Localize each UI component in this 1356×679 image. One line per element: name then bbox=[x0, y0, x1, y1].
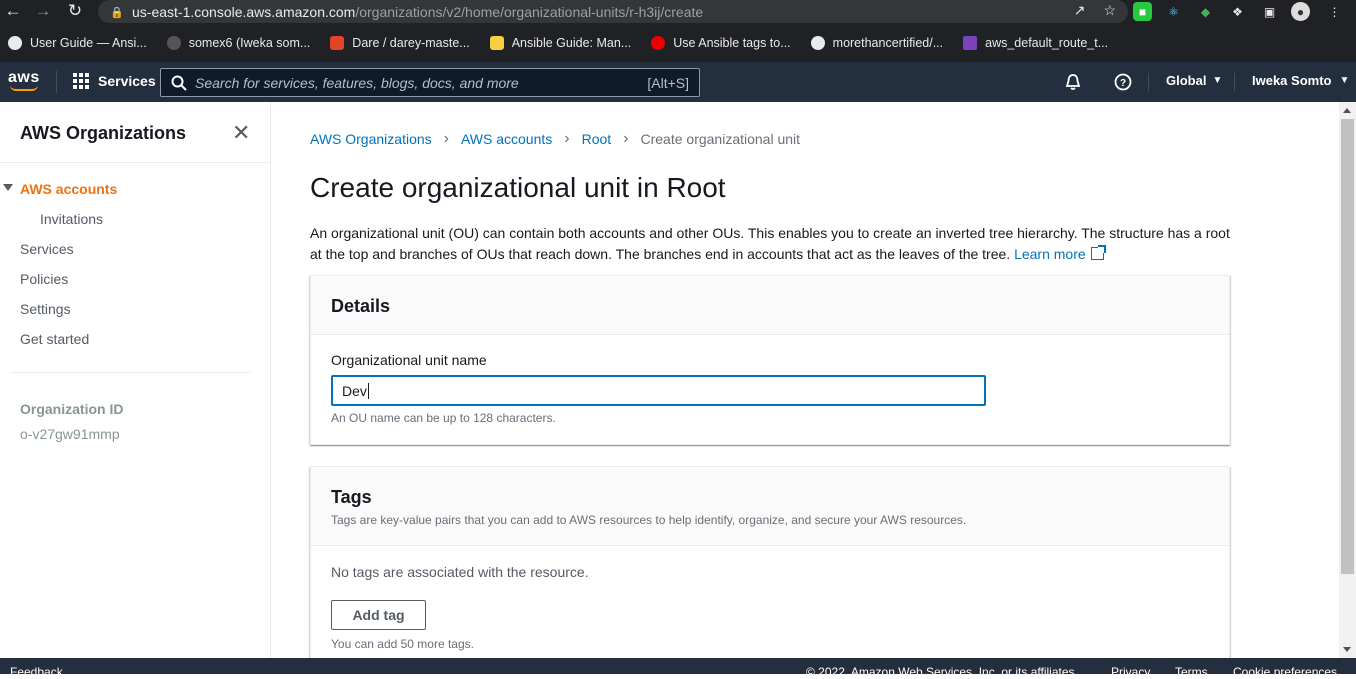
sidebar-item-settings[interactable]: Settings bbox=[20, 301, 71, 317]
org-id-value: o-v27gw91mmp bbox=[20, 426, 120, 442]
breadcrumb: AWS Organizations › AWS accounts › Root … bbox=[310, 130, 800, 148]
page-description: An organizational unit (OU) can contain … bbox=[310, 225, 1230, 262]
main-content: AWS Organizations › AWS accounts › Root … bbox=[271, 102, 1339, 658]
sidebar-item-policies[interactable]: Policies bbox=[20, 271, 68, 287]
bookmark-favicon-icon bbox=[8, 36, 22, 50]
tags-remaining-hint: You can add 50 more tags. bbox=[331, 637, 474, 651]
bookmark-item[interactable]: morethancertified/... bbox=[810, 36, 943, 50]
bookmark-item[interactable]: Use Ansible tags to... bbox=[651, 36, 791, 50]
sidebar-item-invitations[interactable]: Invitations bbox=[40, 211, 103, 227]
extension-icon[interactable]: ◆ bbox=[1196, 2, 1215, 21]
notifications-button[interactable] bbox=[1064, 73, 1082, 91]
caret-down-icon: ▼ bbox=[1212, 75, 1223, 86]
expand-caret-icon[interactable] bbox=[3, 184, 13, 191]
back-icon[interactable]: ← bbox=[0, 1, 26, 21]
chevron-right-icon: › bbox=[564, 130, 570, 147]
bookmark-star-icon[interactable]: ☆ bbox=[1103, 2, 1116, 19]
breadcrumb-aws-accounts[interactable]: AWS accounts bbox=[461, 131, 552, 147]
help-icon: ? bbox=[1114, 73, 1132, 91]
gitlab-icon bbox=[330, 36, 345, 50]
scroll-up-icon[interactable] bbox=[1343, 108, 1351, 113]
forward-icon[interactable]: → bbox=[30, 1, 56, 21]
breadcrumb-aws-organizations[interactable]: AWS Organizations bbox=[310, 131, 432, 147]
menu-icon[interactable]: ⋮ bbox=[1325, 2, 1344, 21]
search-input[interactable]: Search for services, features, blogs, do… bbox=[160, 68, 700, 97]
extension-icon[interactable]: ■ bbox=[1133, 2, 1152, 21]
share-icon[interactable]: ↗ bbox=[1074, 2, 1086, 19]
sidebar-item-get-started[interactable]: Get started bbox=[20, 331, 89, 347]
breadcrumb-root[interactable]: Root bbox=[582, 131, 612, 147]
reload-icon[interactable]: ↻ bbox=[62, 1, 88, 21]
grid-icon bbox=[73, 73, 89, 89]
page-scrollbar[interactable] bbox=[1339, 102, 1356, 658]
bell-icon bbox=[1065, 74, 1081, 90]
terms-link[interactable]: Terms bbox=[1175, 665, 1208, 679]
bookmark-item[interactable]: somex6 (Iweka som... bbox=[166, 36, 310, 50]
search-icon bbox=[171, 75, 187, 91]
lightbulb-icon bbox=[489, 36, 504, 50]
caret-down-icon: ▼ bbox=[1339, 75, 1350, 86]
redhat-icon bbox=[651, 36, 666, 50]
svg-text:?: ? bbox=[1120, 78, 1126, 89]
sidebar-title: AWS Organizations bbox=[20, 123, 187, 143]
react-devtools-icon[interactable]: ⚛ bbox=[1164, 2, 1183, 21]
puzzle-icon[interactable]: ❖ bbox=[1228, 2, 1247, 21]
bookmark-item[interactable]: Ansible Guide: Man... bbox=[489, 36, 631, 50]
ou-name-label: Organizational unit name bbox=[331, 352, 487, 368]
services-menu-button[interactable]: Services bbox=[73, 73, 156, 89]
tags-description: Tags are key-value pairs that you can ad… bbox=[331, 513, 967, 527]
terraform-icon bbox=[963, 36, 978, 50]
github-icon bbox=[166, 36, 181, 50]
github-icon bbox=[810, 36, 825, 50]
browser-toolbar: ← → ↻ 🔒 us-east-1.console.aws.amazon.com… bbox=[0, 0, 1356, 23]
external-link-icon bbox=[1090, 245, 1106, 260]
region-selector[interactable]: Global ▼ bbox=[1166, 73, 1222, 88]
side-navigation: AWS Organizations ✕ AWS accounts Invitat… bbox=[0, 102, 271, 658]
sidebar-item-aws-accounts[interactable]: AWS accounts bbox=[20, 181, 117, 197]
feedback-link[interactable]: Feedback bbox=[10, 665, 63, 679]
scroll-down-icon[interactable] bbox=[1343, 647, 1351, 652]
ou-name-hint: An OU name can be up to 128 characters. bbox=[331, 411, 556, 425]
account-menu[interactable]: Iweka Somto ▼ bbox=[1252, 73, 1349, 88]
tags-heading: Tags bbox=[331, 487, 372, 507]
close-icon[interactable]: ✕ bbox=[232, 122, 250, 144]
bookmarks-bar: User Guide — Ansi... somex6 (Iweka som..… bbox=[0, 30, 1356, 56]
sidepanel-icon[interactable]: ▣ bbox=[1260, 2, 1279, 21]
org-id-label: Organization ID bbox=[20, 401, 124, 417]
chevron-right-icon: › bbox=[443, 130, 449, 147]
search-shortcut: [Alt+S] bbox=[647, 74, 689, 91]
bookmark-item[interactable]: User Guide — Ansi... bbox=[8, 36, 147, 50]
help-button[interactable]: ? bbox=[1114, 73, 1132, 91]
aws-top-nav: aws Services Search for services, featur… bbox=[0, 62, 1356, 102]
bookmark-item[interactable]: aws_default_route_t... bbox=[963, 36, 1108, 50]
aws-smile-icon bbox=[10, 85, 38, 91]
avatar[interactable]: ● bbox=[1291, 2, 1310, 21]
details-panel: Details Organizational unit name Dev An … bbox=[310, 275, 1230, 445]
url-path: /organizations/v2/home/organizational-un… bbox=[355, 3, 704, 20]
cookie-preferences-link[interactable]: Cookie preferences bbox=[1233, 665, 1337, 679]
bookmark-item[interactable]: Dare / darey-maste... bbox=[330, 36, 470, 50]
add-tag-button[interactable]: Add tag bbox=[331, 600, 426, 630]
address-bar[interactable]: 🔒 us-east-1.console.aws.amazon.com/organ… bbox=[98, 0, 1128, 23]
copyright-text: © 2022, Amazon Web Services, Inc. or its… bbox=[806, 665, 1078, 679]
console-footer: Feedback © 2022, Amazon Web Services, In… bbox=[0, 658, 1356, 679]
chevron-right-icon: › bbox=[623, 130, 629, 147]
tags-panel: Tags Tags are key-value pairs that you c… bbox=[310, 466, 1230, 658]
learn-more-link[interactable]: Learn more bbox=[1014, 245, 1106, 262]
lock-icon: 🔒 bbox=[110, 6, 124, 19]
no-tags-message: No tags are associated with the resource… bbox=[331, 564, 589, 580]
url-host: us-east-1.console.aws.amazon.com bbox=[132, 3, 356, 20]
ou-name-input[interactable]: Dev bbox=[331, 375, 986, 406]
search-placeholder: Search for services, features, blogs, do… bbox=[195, 74, 519, 91]
scrollbar-thumb[interactable] bbox=[1341, 119, 1354, 574]
privacy-link[interactable]: Privacy bbox=[1111, 665, 1150, 679]
breadcrumb-current: Create organizational unit bbox=[640, 131, 801, 147]
sidebar-item-services[interactable]: Services bbox=[20, 241, 74, 257]
details-heading: Details bbox=[331, 296, 391, 316]
page-title: Create organizational unit in Root bbox=[310, 172, 726, 203]
aws-logo[interactable]: aws bbox=[8, 69, 42, 93]
